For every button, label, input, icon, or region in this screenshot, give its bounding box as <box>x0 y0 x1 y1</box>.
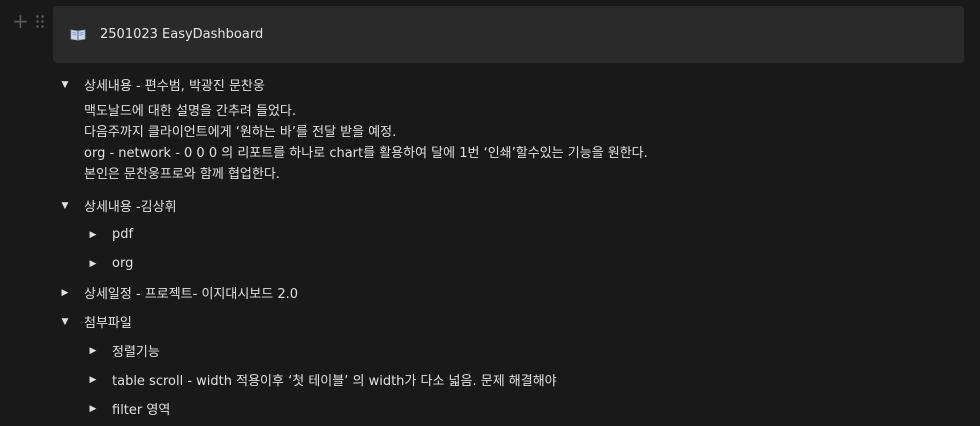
toggle-title: pdf <box>112 227 134 242</box>
toggle-schedule[interactable]: ▶ 상세일정 - 프로젝트- 이지대시보드 2.0 <box>60 278 960 307</box>
toggle-title: filter 영역 <box>112 403 171 418</box>
triangle-right-icon[interactable]: ▶ <box>88 404 98 414</box>
toggle-title: 상세내용 - 편수범, 박광진 문찬웅 <box>84 79 265 94</box>
triangle-right-icon[interactable]: ▶ <box>60 288 70 298</box>
toggle-filter[interactable]: ▶ filter 영역 <box>60 394 960 423</box>
toggle-org[interactable]: ▶ org <box>60 249 960 278</box>
toggle-table-scroll[interactable]: ▶ table scroll - width 적용이후 ‘첫 테이블’ 의 wi… <box>60 365 960 394</box>
toggle-title: org <box>112 256 134 271</box>
text-line: 본인은 문찬웅프로와 함께 협업한다. <box>84 167 280 182</box>
toggle-pdf[interactable]: ▶ pdf <box>60 220 960 249</box>
triangle-right-icon[interactable]: ▶ <box>88 230 98 240</box>
toggle-attachments[interactable]: ▼ 첨부파일 <box>60 307 960 336</box>
add-block-icon[interactable]: + <box>12 11 29 31</box>
triangle-down-icon[interactable]: ▼ <box>60 317 70 327</box>
drag-handle-icon[interactable] <box>34 14 45 28</box>
text-line: 다음주까지 클라이언트에게 ‘원하는 바’를 전달 받을 예정. <box>84 125 397 140</box>
toggle-list: ▼ 상세내용 - 편수범, 박광진 문찬웅 맥도날드에 대한 설명을 간추려 들… <box>60 70 960 423</box>
callout-block[interactable]: 2501023 EasyDashboard <box>53 6 964 63</box>
toggle-title: 상세일정 - 프로젝트- 이지대시보드 2.0 <box>84 287 299 302</box>
toggle-title: 정렬기능 <box>112 345 160 360</box>
triangle-right-icon[interactable]: ▶ <box>88 346 98 356</box>
triangle-down-icon[interactable]: ▼ <box>60 201 70 211</box>
triangle-down-icon[interactable]: ▼ <box>60 80 70 90</box>
text-line: 맥도날드에 대한 설명을 간추려 들었다. <box>84 104 297 119</box>
toggle-title: table scroll - width 적용이후 ‘첫 테이블’ 의 widt… <box>112 374 557 389</box>
open-book-icon <box>70 29 86 40</box>
triangle-right-icon[interactable]: ▶ <box>88 375 98 385</box>
text-line: org - network - 0 0 0 의 리포트를 하나로 chart를 … <box>84 146 648 161</box>
toggle-details-2[interactable]: ▼ 상세내용 -김상휘 <box>60 191 960 220</box>
callout-title: 2501023 EasyDashboard <box>100 27 264 42</box>
toggle-body: 맥도날드에 대한 설명을 간추려 들었다. 다음주까지 클라이언트에게 ‘원하는… <box>60 99 960 191</box>
block-handle: + <box>12 11 45 31</box>
toggle-title: 상세내용 -김상휘 <box>84 200 177 215</box>
triangle-right-icon[interactable]: ▶ <box>88 259 98 269</box>
toggle-sort[interactable]: ▶ 정렬기능 <box>60 336 960 365</box>
toggle-title: 첨부파일 <box>84 316 132 331</box>
toggle-details-1[interactable]: ▼ 상세내용 - 편수범, 박광진 문찬웅 <box>60 70 960 99</box>
